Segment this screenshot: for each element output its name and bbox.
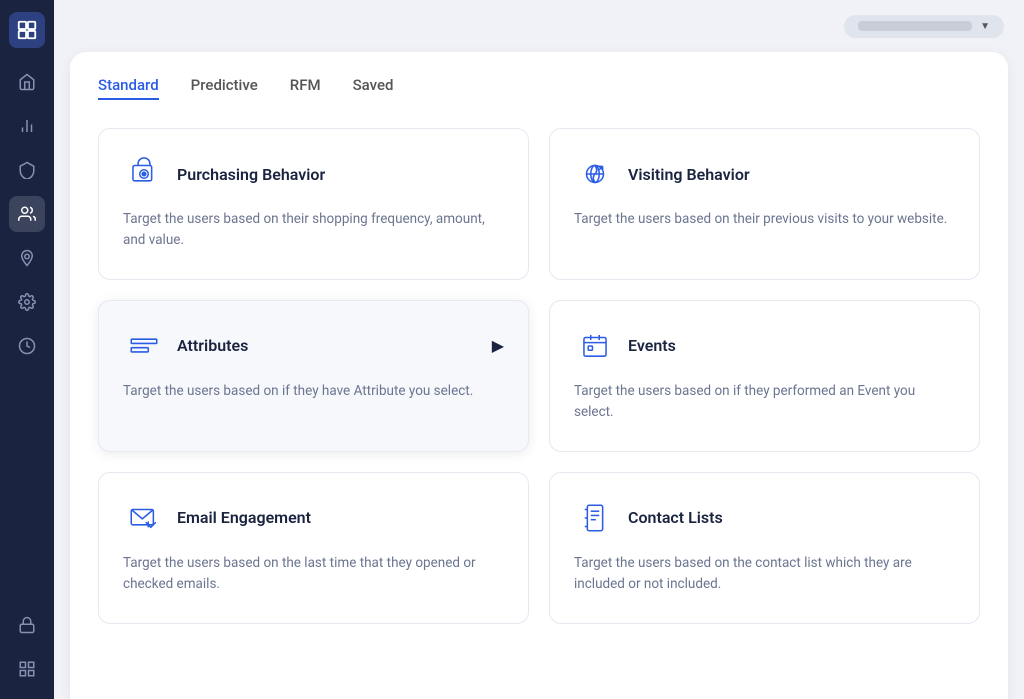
card-header: Events <box>574 325 955 367</box>
visiting-behavior-icon <box>574 153 616 195</box>
sidebar <box>0 0 54 699</box>
cursor-icon: ▶ <box>492 336 504 355</box>
card-title: Visiting Behavior <box>628 165 750 184</box>
card-visiting-behavior[interactable]: Visiting Behavior Target the users based… <box>549 128 980 280</box>
sidebar-bottom <box>9 607 45 687</box>
card-header: Email Engagement <box>123 497 504 539</box>
tab-saved[interactable]: Saved <box>353 76 394 100</box>
card-description: Target the users based on if they have A… <box>123 381 504 402</box>
card-events[interactable]: Events Target the users based on if they… <box>549 300 980 452</box>
card-purchasing-behavior[interactable]: Purchasing Behavior Target the users bas… <box>98 128 529 280</box>
card-description: Target the users based on if they perfor… <box>574 381 955 423</box>
cards-grid: Purchasing Behavior Target the users bas… <box>98 128 980 624</box>
card-description: Target the users based on their previous… <box>574 209 955 230</box>
location-icon[interactable] <box>9 240 45 276</box>
events-icon <box>574 325 616 367</box>
grid-icon[interactable] <box>9 651 45 687</box>
tabs-bar: Standard Predictive RFM Saved <box>98 76 980 100</box>
main-area: ▼ Standard Predictive RFM Saved <box>54 0 1024 699</box>
analytics-icon[interactable] <box>9 108 45 144</box>
settings-icon[interactable] <box>9 284 45 320</box>
card-description: Target the users based on the last time … <box>123 553 504 595</box>
content-panel: Standard Predictive RFM Saved <box>70 52 1008 699</box>
home-icon[interactable] <box>9 64 45 100</box>
tab-standard[interactable]: Standard <box>98 76 159 100</box>
card-header: Visiting Behavior <box>574 153 955 195</box>
card-title: Contact Lists <box>628 508 723 527</box>
chevron-down-icon: ▼ <box>980 21 990 32</box>
card-contact-lists[interactable]: Contact Lists Target the users based on … <box>549 472 980 624</box>
card-description: Target the users based on the contact li… <box>574 553 955 595</box>
card-title: Purchasing Behavior <box>177 165 325 184</box>
logo[interactable] <box>9 12 45 48</box>
tab-predictive[interactable]: Predictive <box>191 76 258 100</box>
workspace-name <box>858 21 972 31</box>
tab-rfm[interactable]: RFM <box>290 76 321 100</box>
card-title: Attributes <box>177 336 248 355</box>
email-engagement-icon <box>123 497 165 539</box>
card-header: Contact Lists <box>574 497 955 539</box>
card-title: Email Engagement <box>177 508 311 527</box>
header: ▼ <box>54 0 1024 52</box>
card-email-engagement[interactable]: Email Engagement Target the users based … <box>98 472 529 624</box>
lock-icon[interactable] <box>9 607 45 643</box>
card-description: Target the users based on their shopping… <box>123 209 504 251</box>
attributes-icon <box>123 325 165 367</box>
card-title: Events <box>628 336 676 355</box>
security-icon[interactable] <box>9 152 45 188</box>
card-header: Attributes ▶ <box>123 325 504 367</box>
workspace-dropdown[interactable]: ▼ <box>844 15 1004 38</box>
contact-lists-icon <box>574 497 616 539</box>
card-attributes[interactable]: Attributes ▶ Target the users based on i… <box>98 300 529 452</box>
clock-icon[interactable] <box>9 328 45 364</box>
purchasing-behavior-icon <box>123 153 165 195</box>
people-icon[interactable] <box>9 196 45 232</box>
card-header: Purchasing Behavior <box>123 153 504 195</box>
